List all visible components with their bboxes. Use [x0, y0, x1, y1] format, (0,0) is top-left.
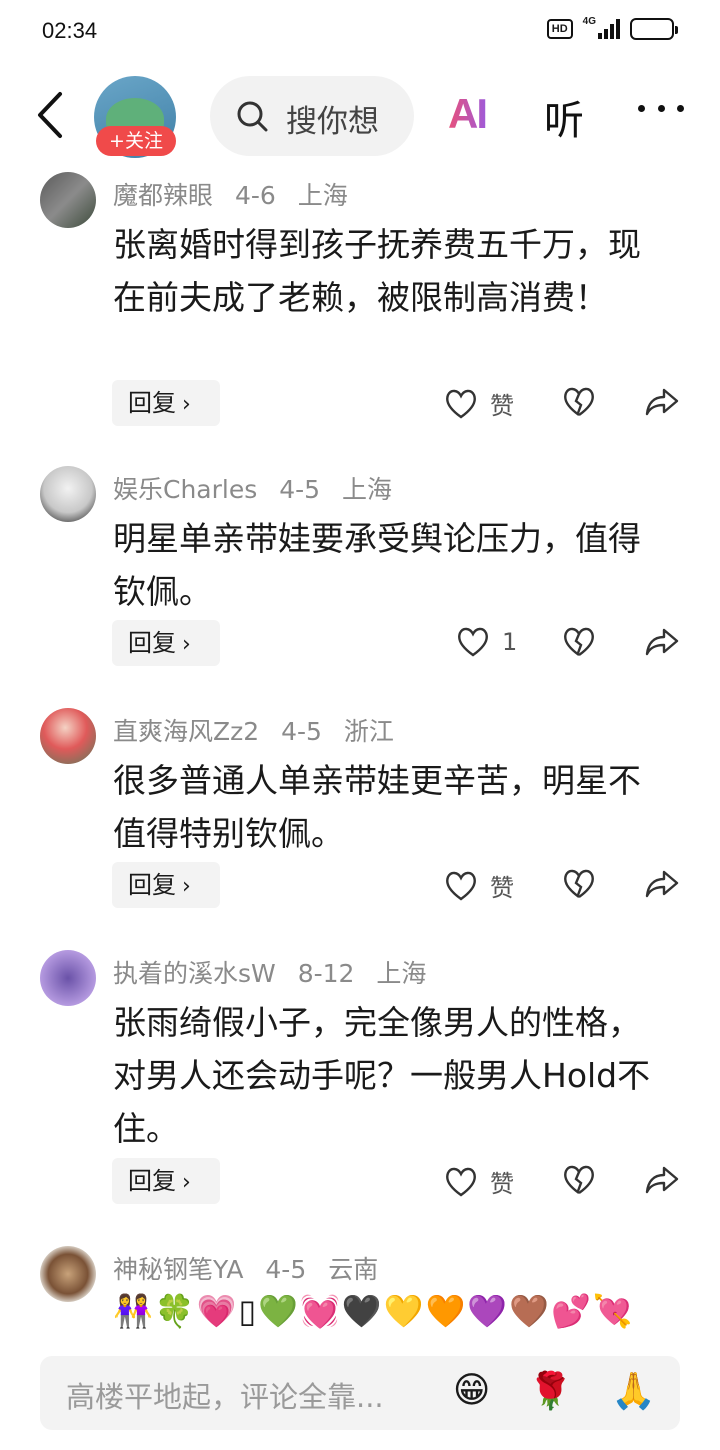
share-button[interactable] — [644, 868, 680, 900]
heart-icon — [446, 1167, 476, 1196]
user-avatar[interactable] — [40, 950, 96, 1006]
comment-text: 很多普通人单亲带娃更辛苦，明星不值得特别钦佩。 — [113, 761, 641, 853]
comment-username[interactable]: 魔都辣眼 — [113, 181, 213, 210]
dislike-button[interactable] — [562, 1164, 596, 1196]
battery-icon — [630, 18, 678, 40]
comment-date: 4-5 — [281, 717, 322, 746]
comment-input[interactable]: 高楼平地起，评论全靠... — [66, 1374, 384, 1416]
reply-button[interactable]: 回复 › — [112, 620, 220, 666]
more-dot-icon — [657, 104, 665, 112]
comment-meta: 直爽海风Zz2 4-5 浙江 — [113, 712, 408, 748]
rose-emoji-button[interactable]: 🌹 — [528, 1370, 573, 1412]
user-avatar[interactable] — [40, 1246, 96, 1302]
like-count: 赞 — [490, 1170, 514, 1198]
comment-location: 上海 — [297, 181, 348, 210]
like-count: 赞 — [490, 392, 514, 420]
comment-username[interactable]: 执着的溪水sW — [113, 959, 276, 988]
share-button[interactable] — [644, 386, 680, 418]
heart-icon — [446, 871, 476, 900]
more-dot-icon — [638, 104, 645, 112]
comment-date: 4-6 — [234, 181, 276, 210]
grin-emoji-button[interactable]: 😁 — [453, 1370, 491, 1412]
more-button[interactable] — [638, 98, 684, 118]
listen-button[interactable]: 听 — [544, 88, 584, 146]
broken-heart-icon — [564, 387, 594, 416]
chevron-right-icon: › — [182, 1170, 191, 1195]
comment-emoji-text: 👭🍀💗▯💚💓🖤💛🧡💜🤎💕💘 — [113, 1292, 635, 1330]
comment-username[interactable]: 直爽海风Zz2 — [113, 717, 259, 746]
ai-button[interactable]: AI — [448, 90, 488, 138]
search-icon — [237, 101, 268, 132]
comment-meta: 魔都辣眼 4-6 上海 — [113, 176, 362, 212]
heart-icon — [458, 627, 488, 657]
broken-heart-icon — [564, 627, 594, 656]
comment-text: 明星单亲带娃要承受舆论压力，值得钦佩。 — [113, 519, 641, 611]
share-arrow-icon — [645, 628, 679, 656]
reply-button[interactable]: 回复 › — [112, 1158, 220, 1204]
comment-username[interactable]: 娱乐Charles — [113, 475, 257, 504]
status-bar: 02:34 HD 4G — [0, 0, 720, 64]
hd-badge: HD — [546, 19, 573, 39]
dislike-button[interactable] — [562, 386, 596, 418]
share-button[interactable] — [644, 626, 680, 658]
network-type: 4G — [582, 15, 596, 27]
reply-label: 回复 — [128, 1167, 176, 1195]
share-arrow-icon — [645, 388, 679, 416]
broken-heart-icon — [564, 1165, 594, 1194]
comment-location: 上海 — [376, 959, 427, 988]
reply-label: 回复 — [128, 389, 176, 417]
user-avatar[interactable] — [40, 708, 96, 764]
back-arrow-icon — [38, 92, 62, 138]
comment-date: 4-5 — [279, 475, 321, 504]
like-count: 赞 — [490, 874, 514, 902]
back-button[interactable] — [30, 90, 70, 140]
chevron-right-icon: › — [182, 874, 191, 899]
dislike-button[interactable] — [562, 626, 596, 658]
reply-label: 回复 — [128, 871, 176, 899]
broken-heart-icon — [564, 869, 594, 898]
signal-icon — [598, 19, 620, 39]
dislike-button[interactable] — [562, 868, 596, 900]
share-arrow-icon — [645, 870, 679, 898]
search-input[interactable]: 搜你想 — [210, 76, 414, 156]
heart-icon — [446, 389, 476, 418]
like-button[interactable]: 赞 — [444, 868, 514, 903]
search-placeholder: 搜你想 — [286, 104, 379, 140]
comment-date: 4-5 — [265, 1255, 307, 1284]
top-nav: +关注 搜你想 AI 听 — [0, 64, 720, 164]
comment-meta: 神秘钢笔YA 4-5 云南 — [113, 1250, 392, 1286]
user-avatar[interactable] — [40, 466, 96, 522]
status-time: 02:34 — [42, 18, 98, 43]
comment-input-bar[interactable]: 高楼平地起，评论全靠... 😁 🌹 🙏 — [40, 1356, 680, 1430]
comment-location: 浙江 — [343, 717, 394, 746]
reply-label: 回复 — [128, 629, 176, 657]
like-button[interactable]: 赞 — [444, 1164, 514, 1199]
chevron-right-icon: › — [182, 392, 191, 417]
share-button[interactable] — [644, 1164, 680, 1196]
share-arrow-icon — [645, 1166, 679, 1194]
like-button[interactable]: 1 — [456, 626, 517, 658]
follow-button[interactable]: +关注 — [96, 126, 176, 156]
chevron-right-icon: › — [182, 632, 191, 657]
comment-meta: 娱乐Charles 4-5 上海 — [113, 470, 406, 506]
comment-text: 张离婚时得到孩子抚养费五千万，现在前夫成了老赖，被限制高消费！ — [113, 225, 641, 317]
user-avatar[interactable] — [40, 172, 96, 228]
comment-meta: 执着的溪水sW 8-12 上海 — [113, 954, 440, 990]
quick-emoji-bar: 😁 🌹 🙏 — [453, 1370, 656, 1412]
like-button[interactable]: 赞 — [444, 386, 514, 421]
status-icons: HD 4G — [546, 15, 678, 40]
comment-location: 云南 — [328, 1255, 379, 1284]
pray-emoji-button[interactable]: 🙏 — [611, 1370, 656, 1412]
comment-username[interactable]: 神秘钢笔YA — [113, 1255, 243, 1284]
reply-button[interactable]: 回复 › — [112, 862, 220, 908]
comment-location: 上海 — [342, 475, 393, 504]
comment-text: 张雨绮假小子，完全像男人的性格，对男人还会动手呢？一般男人Hold不住。 — [113, 1003, 651, 1148]
like-count: 1 — [502, 628, 518, 656]
reply-button[interactable]: 回复 › — [112, 380, 220, 426]
more-dot-icon — [677, 104, 684, 112]
comment-date: 8-12 — [297, 959, 355, 988]
